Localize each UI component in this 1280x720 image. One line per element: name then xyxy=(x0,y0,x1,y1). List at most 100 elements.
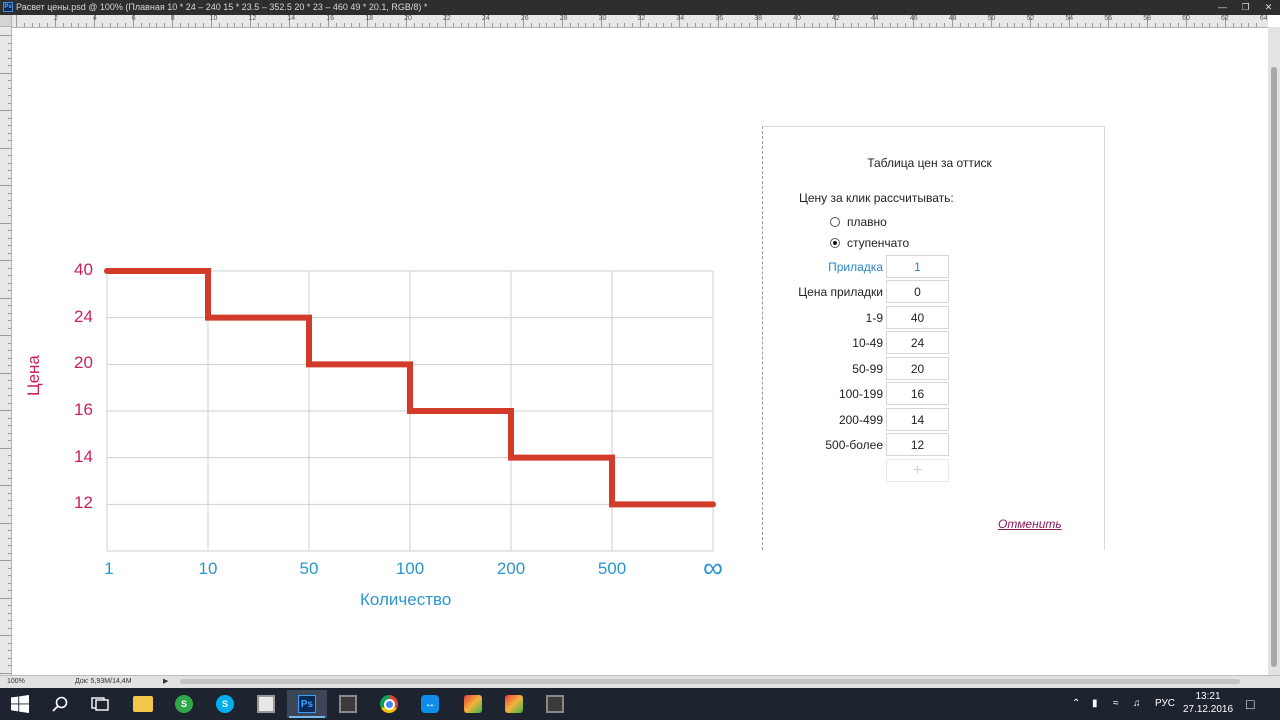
ruler-tick xyxy=(499,23,501,27)
wifi-icon[interactable]: ≈ xyxy=(1113,688,1119,720)
ruler-tick xyxy=(281,23,283,27)
radio-step[interactable]: ступенчато xyxy=(830,236,909,250)
language-indicator[interactable]: РУС xyxy=(1155,688,1175,720)
x-tick-label: 100 xyxy=(395,559,425,578)
price-row-input[interactable] xyxy=(886,306,949,329)
minimize-icon[interactable]: — xyxy=(1211,0,1234,15)
clock[interactable]: 13:21 27.12.2016 xyxy=(1178,690,1238,716)
ruler-tick xyxy=(0,185,11,186)
radio-smooth[interactable]: плавно xyxy=(830,215,887,229)
price-row-input[interactable] xyxy=(886,408,949,431)
ruler-tick xyxy=(1248,23,1250,27)
price-row-input[interactable] xyxy=(886,382,949,405)
horizontal-scrollbar[interactable] xyxy=(180,679,1240,684)
taskbar-calculator[interactable] xyxy=(246,690,286,718)
ruler-tick xyxy=(437,23,439,27)
restore-icon[interactable]: ❐ xyxy=(1234,0,1257,15)
ruler-tick xyxy=(109,23,111,27)
zoom-level[interactable]: 100% xyxy=(7,676,25,687)
radio-button-smooth[interactable] xyxy=(830,217,840,227)
ruler-tick xyxy=(62,23,64,27)
ruler-number: 60 xyxy=(1182,15,1190,22)
taskbar-media-2[interactable] xyxy=(535,690,575,718)
battery-icon[interactable]: ▮ xyxy=(1092,688,1098,720)
tray-chevron-up-icon[interactable]: ⌃ xyxy=(1072,688,1080,720)
taskbar-app-s[interactable]: S xyxy=(164,690,204,718)
ruler-tick xyxy=(0,447,11,449)
price-row-input[interactable] xyxy=(886,255,949,278)
ruler-tick xyxy=(725,23,727,27)
clock-date: 27.12.2016 xyxy=(1182,704,1234,715)
y-tick-label: 20 xyxy=(74,353,93,373)
ruler-tick xyxy=(710,23,712,27)
window-controls: — ❐ ✕ xyxy=(1211,0,1280,15)
ruler-tick xyxy=(351,23,353,27)
start-button[interactable] xyxy=(0,690,40,718)
window-title-bar: Ps Расвет цены.psd @ 100% (Плавная 10 * … xyxy=(0,0,1280,15)
price-row-setup: Приладка xyxy=(763,255,1106,279)
ruler-number: 24 xyxy=(481,15,490,22)
ruler-tick xyxy=(788,23,790,27)
close-icon[interactable]: ✕ xyxy=(1257,0,1280,15)
ruler-tick xyxy=(1193,23,1195,27)
ruler-number: 32 xyxy=(637,15,646,22)
ruler-tick xyxy=(312,23,314,27)
volume-icon[interactable]: ♫ xyxy=(1133,688,1141,720)
ruler-tick xyxy=(0,222,11,224)
taskbar-photoshop[interactable]: Ps xyxy=(287,690,327,718)
ruler-number: 34 xyxy=(676,15,685,22)
search-button[interactable] xyxy=(40,690,80,718)
x-tick-label: 200 xyxy=(496,559,526,578)
ruler-number: 16 xyxy=(326,15,335,22)
status-bar: 100% Док: 5,93M/14,4M ▶ xyxy=(0,675,1280,688)
price-row-input[interactable] xyxy=(886,280,949,303)
ruler-number: 64 xyxy=(1259,15,1268,22)
ruler-tick xyxy=(125,23,127,27)
radio-button-step[interactable] xyxy=(830,238,840,248)
task-view-button[interactable] xyxy=(80,690,120,718)
taskbar-chrome[interactable] xyxy=(369,690,409,718)
add-row-button[interactable]: + xyxy=(886,459,949,482)
ruler-tick xyxy=(1170,23,1172,27)
cancel-link[interactable]: Отменить xyxy=(998,517,1062,531)
ruler-tick xyxy=(398,23,400,27)
taskbar-app-colorful-1[interactable] xyxy=(453,690,493,718)
ruler-tick xyxy=(468,23,470,27)
price-row-input[interactable] xyxy=(886,357,949,380)
horizontal-ruler[interactable]: 2 4 6 8 10 12 14 16 18 20 22 24 26 28 30 32 34 36 38 40 42 44… xyxy=(12,15,1268,28)
ruler-number: 20 xyxy=(404,15,412,22)
notifications-icon[interactable]: □ xyxy=(1246,688,1254,720)
taskbar-media[interactable] xyxy=(328,690,368,718)
ruler-tick xyxy=(0,672,11,674)
ruler-number: 42 xyxy=(832,15,840,22)
vertical-scrollbar[interactable] xyxy=(1268,27,1280,675)
ruler-number: 12 xyxy=(248,15,257,22)
search-icon xyxy=(52,696,68,712)
status-menu-arrow-icon[interactable]: ▶ xyxy=(163,676,168,687)
clock-time: 13:21 xyxy=(1195,691,1221,702)
scrollbar-thumb[interactable] xyxy=(1271,67,1277,667)
vertical-ruler[interactable] xyxy=(0,27,12,675)
taskbar-teamviewer[interactable]: ↔ xyxy=(410,690,450,718)
price-row-input[interactable] xyxy=(886,331,949,354)
ruler-tick xyxy=(1100,23,1102,27)
ruler-corner[interactable] xyxy=(0,15,12,27)
price-row-label: Приладка xyxy=(828,260,883,274)
ruler-tick xyxy=(686,23,688,27)
ruler-tick xyxy=(694,23,696,27)
colorful-app-icon xyxy=(464,695,482,713)
ruler-tick xyxy=(1123,23,1125,27)
panel-title: Таблица цен за оттиск xyxy=(867,156,992,170)
ruler-tick xyxy=(858,23,860,27)
taskbar-file-explorer[interactable] xyxy=(123,690,163,718)
ruler-tick xyxy=(273,23,275,27)
price-row-50-99: 50-99 xyxy=(763,357,1106,381)
taskbar-skype[interactable]: S xyxy=(205,690,245,718)
price-row-input[interactable] xyxy=(886,433,949,456)
ruler-tick xyxy=(959,23,961,27)
ruler-tick xyxy=(889,23,891,27)
ruler-tick xyxy=(1045,23,1047,27)
taskbar-app-colorful-2[interactable] xyxy=(494,690,534,718)
ruler-tick xyxy=(164,23,166,27)
ruler-tick xyxy=(1084,23,1086,27)
